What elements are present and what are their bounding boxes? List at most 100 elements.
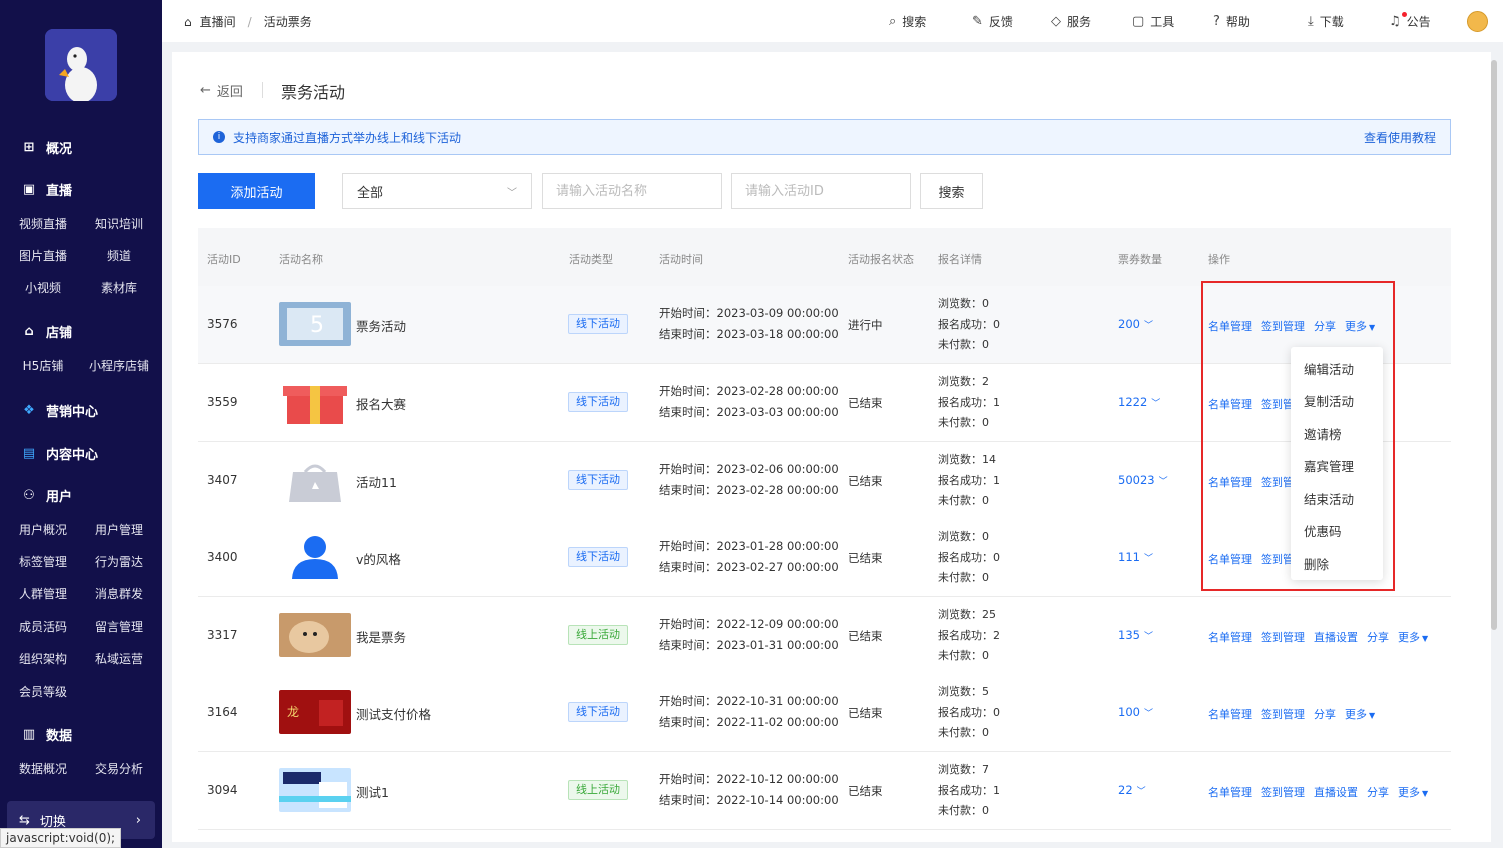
add-activity-button[interactable]: 添加活动 bbox=[198, 173, 315, 209]
menu-delete[interactable]: 删除 bbox=[1291, 547, 1383, 580]
avatar[interactable] bbox=[1467, 11, 1488, 32]
row-action-link[interactable]: 名单管理 bbox=[1208, 629, 1252, 645]
activity-thumbnail[interactable]: 5 bbox=[279, 302, 351, 346]
row-action-link[interactable]: 签到管理 bbox=[1261, 629, 1305, 645]
nav-channel[interactable]: 频道 bbox=[84, 247, 154, 264]
ticket-count[interactable]: 111 ﹀ bbox=[1118, 550, 1153, 564]
row-action-link[interactable]: 签到管理 bbox=[1261, 706, 1305, 722]
help-icon: ? bbox=[1213, 14, 1220, 29]
chevron-down-icon: ﹀ bbox=[1143, 554, 1153, 564]
menu-coupon-code[interactable]: 优惠码 bbox=[1291, 515, 1383, 548]
activity-name[interactable]: 票务活动 bbox=[356, 316, 406, 335]
nav-shop[interactable]: ⌂ 店铺 bbox=[22, 322, 72, 341]
ticket-count[interactable]: 135 ﹀ bbox=[1118, 628, 1153, 642]
nav-user-overview[interactable]: 用户概况 bbox=[8, 521, 78, 538]
activity-id: 3400 bbox=[207, 550, 238, 564]
back-button[interactable]: ← 返回 bbox=[200, 81, 243, 100]
nav-live[interactable]: ▣ 直播 bbox=[22, 180, 72, 199]
nav-data[interactable]: ▥ 数据 bbox=[22, 725, 72, 744]
activity-thumbnail[interactable] bbox=[279, 380, 351, 424]
menu-edit-activity[interactable]: 编辑活动 bbox=[1291, 352, 1383, 385]
menu-invite-ranking[interactable]: 邀请榜 bbox=[1291, 417, 1383, 450]
ticket-count[interactable]: 200 ﹀ bbox=[1118, 317, 1153, 331]
ticket-count[interactable]: 1222 ﹀ bbox=[1118, 395, 1160, 409]
activity-id: 3576 bbox=[207, 317, 238, 331]
tutorial-link[interactable]: 查看使用教程 bbox=[1364, 129, 1436, 146]
row-action-link[interactable]: 分享 bbox=[1367, 629, 1389, 645]
ticket-count[interactable]: 50023 ﹀ bbox=[1118, 473, 1168, 487]
nav-member-code[interactable]: 成员活码 bbox=[8, 618, 78, 635]
header-announcement[interactable]: ♫ 公告 bbox=[1389, 13, 1431, 30]
activity-thumbnail[interactable] bbox=[279, 458, 351, 502]
nav-member-level[interactable]: 会员等级 bbox=[8, 683, 78, 700]
nav-user[interactable]: ⚇ 用户 bbox=[22, 486, 72, 505]
row-action-link[interactable]: 名单管理 bbox=[1208, 706, 1252, 722]
nav-behavior-radar[interactable]: 行为雷达 bbox=[84, 553, 154, 570]
activity-name[interactable]: 活动11 bbox=[356, 472, 397, 491]
activity-name[interactable]: 测试支付价格 bbox=[356, 704, 431, 723]
row-action-link[interactable]: 直播设置 bbox=[1314, 629, 1358, 645]
activity-type-select[interactable]: 全部 ﹀ bbox=[342, 173, 532, 209]
row-actions: 名单管理 签到管理 分享 更多 ▼ bbox=[1208, 706, 1375, 722]
activity-name[interactable]: 报名大赛 bbox=[356, 394, 406, 413]
menu-copy-activity[interactable]: 复制活动 bbox=[1291, 385, 1383, 418]
more-actions-link[interactable]: 更多 ▼ bbox=[1398, 629, 1428, 645]
menu-end-activity[interactable]: 结束活动 bbox=[1291, 482, 1383, 515]
activity-thumbnail[interactable] bbox=[279, 768, 351, 812]
nav-user-management[interactable]: 用户管理 bbox=[84, 521, 154, 538]
activity-name-input[interactable] bbox=[542, 173, 722, 209]
activity-time: 开始时间：2023-02-06 00:00:00 结束时间：2023-02-28 … bbox=[659, 462, 839, 497]
activity-id-input[interactable] bbox=[731, 173, 911, 209]
header-help[interactable]: ? 帮助 bbox=[1213, 13, 1250, 30]
search-button[interactable]: 搜索 bbox=[920, 173, 983, 209]
row-action-link[interactable]: 分享 bbox=[1367, 784, 1389, 800]
more-actions-link[interactable]: 更多 ▼ bbox=[1398, 784, 1428, 800]
nav-private-ops[interactable]: 私域运营 bbox=[84, 650, 154, 667]
nav-tag-management[interactable]: 标签管理 bbox=[8, 553, 78, 570]
activity-thumbnail[interactable] bbox=[279, 535, 351, 579]
nav-trade-analysis[interactable]: 交易分析 bbox=[84, 760, 154, 777]
header-tools[interactable]: ▢ 工具 bbox=[1132, 13, 1174, 30]
activity-name[interactable]: v的风格 bbox=[356, 549, 401, 568]
chevron-down-icon: ﹀ bbox=[1143, 632, 1153, 642]
app-logo[interactable] bbox=[45, 29, 117, 101]
nav-material-library[interactable]: 素材库 bbox=[84, 279, 154, 296]
registration-status: 已结束 bbox=[848, 551, 883, 565]
ticket-count[interactable]: 100 ﹀ bbox=[1118, 705, 1153, 719]
menu-guest-management[interactable]: 嘉宾管理 bbox=[1291, 450, 1383, 483]
live-icon: ▣ bbox=[22, 182, 36, 197]
notice-text: 支持商家通过直播方式举办线上和线下活动 bbox=[233, 130, 462, 145]
nav-mass-message[interactable]: 消息群发 bbox=[84, 585, 154, 602]
nav-image-live[interactable]: 图片直播 bbox=[8, 247, 78, 264]
nav-org-structure[interactable]: 组织架构 bbox=[8, 650, 78, 667]
row-actions: 名单管理 签到管理 直播设置 分享 更多 ▼ bbox=[1208, 784, 1428, 800]
activity-thumbnail[interactable] bbox=[279, 613, 351, 657]
activity-name[interactable]: 我是票务 bbox=[356, 627, 406, 646]
nav-overview[interactable]: ⊞ 概况 bbox=[22, 138, 72, 157]
row-action-link[interactable]: 分享 bbox=[1314, 706, 1336, 722]
activity-thumbnail[interactable]: 龙 bbox=[279, 690, 351, 734]
header-feedback[interactable]: ✎ 反馈 bbox=[972, 13, 1013, 30]
nav-crowd-management[interactable]: 人群管理 bbox=[8, 585, 78, 602]
ticket-count[interactable]: 22 ﹀ bbox=[1118, 783, 1146, 797]
nav-comment-management[interactable]: 留言管理 bbox=[84, 618, 154, 635]
breadcrumb-live-room[interactable]: 直播间 bbox=[200, 13, 236, 30]
activity-name[interactable]: 测试1 bbox=[356, 782, 389, 801]
activity-id: 3317 bbox=[207, 628, 238, 642]
row-action-link[interactable]: 名单管理 bbox=[1208, 784, 1252, 800]
row-action-link[interactable]: 直播设置 bbox=[1314, 784, 1358, 800]
nav-data-overview[interactable]: 数据概况 bbox=[8, 760, 78, 777]
nav-content[interactable]: ▤ 内容中心 bbox=[22, 444, 98, 463]
nav-miniprogram-shop[interactable]: 小程序店铺 bbox=[84, 357, 154, 374]
header-service[interactable]: ◇ 服务 bbox=[1051, 13, 1091, 30]
nav-video-live[interactable]: 视频直播 bbox=[8, 215, 78, 232]
more-actions-link[interactable]: 更多 ▼ bbox=[1345, 706, 1375, 722]
nav-short-video[interactable]: 小视频 bbox=[8, 279, 78, 296]
row-action-link[interactable]: 签到管理 bbox=[1261, 784, 1305, 800]
header-search[interactable]: ⌕ 搜索 bbox=[889, 13, 926, 30]
nav-h5-shop[interactable]: H5店铺 bbox=[8, 357, 78, 374]
page-scrollbar[interactable] bbox=[1491, 60, 1497, 630]
header-download[interactable]: ⤓ 下载 bbox=[1308, 13, 1344, 30]
nav-marketing[interactable]: ❖ 营销中心 bbox=[22, 401, 98, 420]
nav-knowledge-training[interactable]: 知识培训 bbox=[84, 215, 154, 232]
